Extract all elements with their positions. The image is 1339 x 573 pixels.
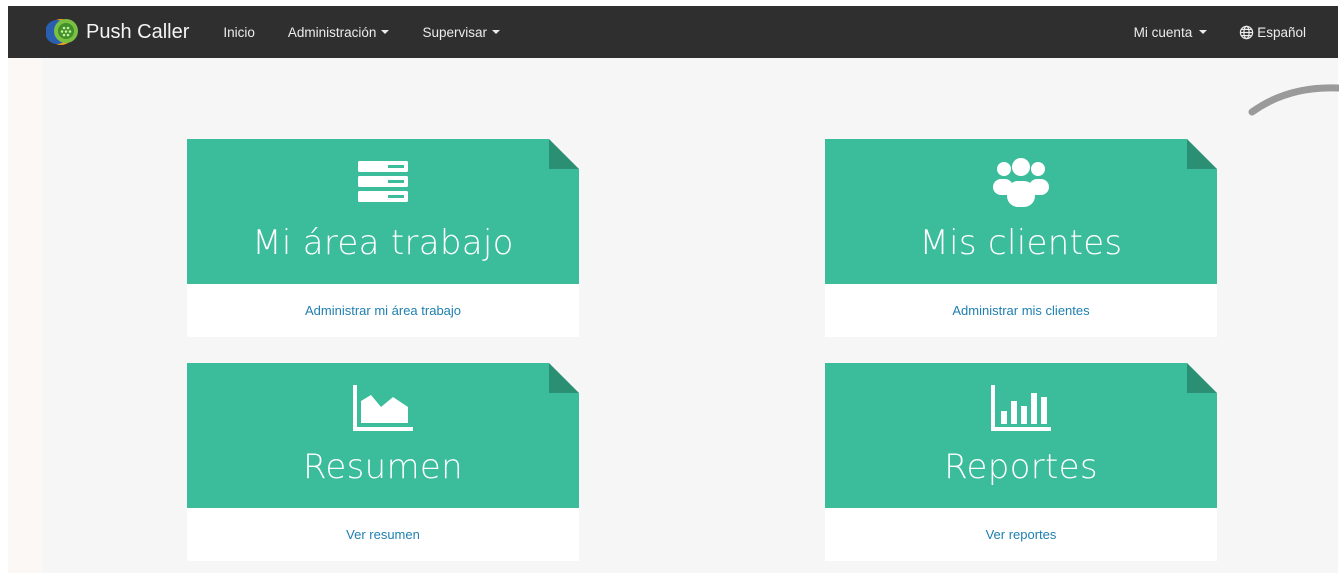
dashboard-content: Mi área trabajo Administrar mi área trab… [42, 58, 1339, 573]
card-reports: Reportes Ver reportes [825, 363, 1217, 561]
top-navbar: Push Caller Inicio Administración Superv… [8, 6, 1338, 58]
view-reports-link[interactable]: Ver reportes [986, 527, 1057, 542]
caret-down-icon [381, 30, 390, 34]
card-title: Mis clientes [919, 223, 1123, 263]
logo-icon [45, 17, 82, 47]
app-frame: Push Caller Inicio Administración Superv… [8, 6, 1339, 573]
language-selector[interactable]: Español [1239, 25, 1306, 40]
manage-clients-link[interactable]: Administrar mis clientes [952, 303, 1089, 318]
users-group-icon [825, 157, 1217, 209]
decorative-swoosh [1248, 84, 1339, 116]
card-header: Reportes [825, 363, 1217, 508]
nav-item-inicio[interactable]: Inicio [223, 25, 255, 40]
card-header: Mis clientes [825, 139, 1217, 284]
card-workspace: Mi área trabajo Administrar mi área trab… [187, 139, 579, 337]
account-menu[interactable]: Mi cuenta [1134, 25, 1208, 40]
language-label: Español [1257, 24, 1306, 40]
card-title: Mi área trabajo [252, 223, 514, 263]
view-summary-link[interactable]: Ver resumen [346, 527, 420, 542]
card-header: Resumen [187, 363, 579, 508]
nav-item-supervisar[interactable]: Supervisar [422, 25, 500, 40]
card-footer: Administrar mi área trabajo [187, 284, 579, 337]
card-title: Resumen [303, 447, 463, 487]
manage-workspace-link[interactable]: Administrar mi área trabajo [305, 303, 461, 318]
nav-item-label: Inicio [223, 24, 255, 40]
card-footer: Administrar mis clientes [825, 284, 1217, 337]
caret-down-icon [1199, 30, 1208, 34]
card-footer: Ver resumen [187, 508, 579, 561]
brand-name: Push Caller [86, 20, 190, 43]
nav-item-label: Administración [287, 24, 377, 40]
globe-icon [1239, 25, 1254, 40]
nav-item-administracion[interactable]: Administración [288, 25, 390, 40]
brand[interactable]: Push Caller [45, 17, 190, 47]
card-clients: Mis clientes Administrar mis clientes [825, 139, 1217, 337]
card-title: Reportes [944, 447, 1098, 487]
account-label: Mi cuenta [1133, 24, 1193, 40]
card-footer: Ver reportes [825, 508, 1217, 561]
card-summary: Resumen Ver resumen [187, 363, 579, 561]
caret-down-icon [491, 30, 500, 34]
area-chart-icon [187, 385, 579, 431]
nav-item-label: Supervisar [422, 24, 487, 40]
card-header: Mi área trabajo [187, 139, 579, 284]
bar-chart-icon [825, 385, 1217, 431]
server-stack-icon [187, 161, 579, 203]
